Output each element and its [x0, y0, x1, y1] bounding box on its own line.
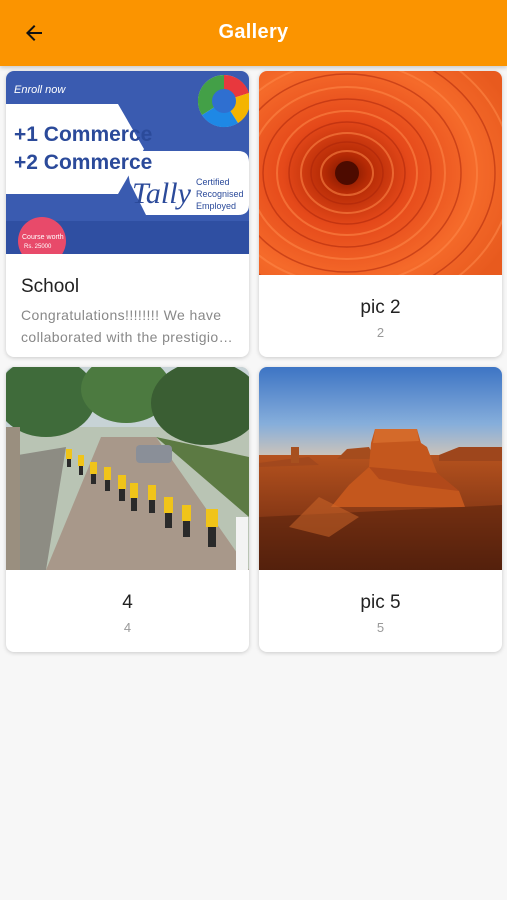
banner-cert-2: Recognised [196, 189, 244, 199]
card-description: 5 [376, 620, 385, 635]
card-title: pic 5 [360, 592, 401, 613]
banner-course-2: Rs. 25000 [24, 244, 52, 250]
card-description: 4 [123, 620, 132, 635]
banner-commerce-2: +2 Commerce [14, 151, 152, 174]
page-title: Gallery [218, 21, 289, 43]
card-description: Congratulations!!!!!!!! We have collabor… [21, 307, 235, 345]
card-title: pic 2 [360, 297, 401, 318]
gallery-card-pic-2[interactable]: pic 2 2 [259, 71, 502, 357]
card-image [6, 367, 249, 570]
gallery-card-school[interactable]: Enroll now +1 Commerce +2 Commerce Tally… [6, 71, 249, 357]
card-image [259, 71, 502, 275]
card-image [259, 367, 502, 570]
gallery-card-pic-5[interactable]: pic 5 5 [259, 367, 502, 652]
card-image: Enroll now +1 Commerce +2 Commerce Tally… [6, 71, 249, 254]
banner-course-1: Course worth [22, 234, 64, 241]
banner-commerce-1: +1 Commerce [14, 123, 152, 146]
banner-tally-logo: Tally [132, 177, 192, 210]
banner-cert-1: Certified [196, 177, 230, 187]
card-title: 4 [122, 592, 133, 613]
banner-cert-3: Employed [196, 201, 236, 211]
app-bar: Gallery [0, 0, 507, 66]
card-description: 2 [376, 325, 385, 340]
gallery-card-4[interactable]: 4 4 [6, 367, 249, 652]
card-title: School [21, 276, 80, 297]
banner-enroll-text: Enroll now [14, 84, 66, 96]
